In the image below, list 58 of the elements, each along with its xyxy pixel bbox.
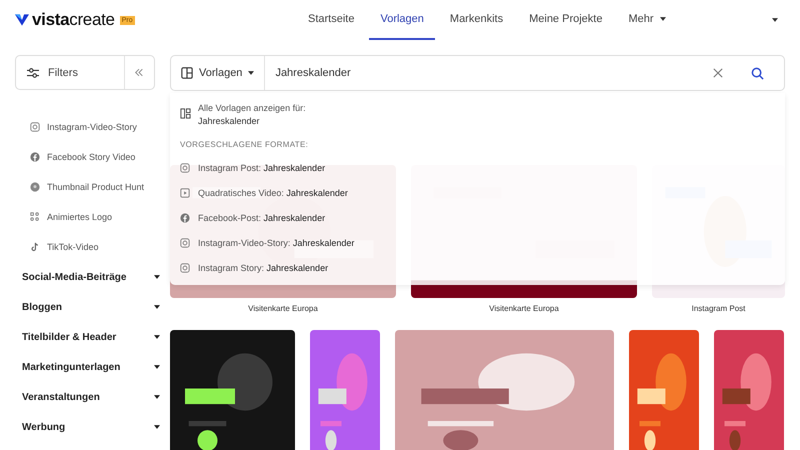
all-templates-label: Alle Vorlagen anzeigen für:	[198, 103, 306, 113]
account-menu-caret-icon[interactable]	[772, 18, 778, 22]
category-link[interactable]: Marketingunterlagen	[15, 352, 170, 382]
caret-icon	[154, 395, 160, 399]
clear-icon[interactable]	[713, 68, 723, 78]
play-icon	[180, 188, 190, 198]
caret-icon	[154, 365, 160, 369]
shapes-icon	[30, 212, 40, 222]
nav-tab[interactable]: Vorlagen	[369, 0, 435, 40]
nav-tab[interactable]: Markenkits	[438, 0, 514, 40]
caret-icon	[154, 275, 160, 279]
facebook-icon	[30, 152, 40, 162]
filters-button[interactable]: Filters	[16, 56, 125, 89]
category-link[interactable]: Bloggen	[15, 292, 170, 322]
suggestion-option[interactable]: Instagram-Video-Story: Jahreskalender	[180, 230, 775, 255]
format-link[interactable]: Animiertes Logo	[15, 202, 170, 232]
caret-icon	[154, 305, 160, 309]
category-link[interactable]: Werbung	[15, 412, 170, 442]
template-title: Visitenkarte Europa	[489, 304, 559, 315]
all-templates-option[interactable]: Alle Vorlagen anzeigen für: Jahreskalender	[180, 103, 775, 126]
sliders-icon	[26, 66, 40, 78]
camera-icon	[180, 238, 190, 248]
camera-icon	[30, 122, 40, 132]
logo-text[interactable]: vistacreate	[32, 10, 115, 30]
suggestion-option[interactable]: Instagram Story: Jahreskalender	[180, 255, 775, 280]
camera-icon	[180, 262, 190, 272]
category-link[interactable]: Veranstaltungen	[15, 382, 170, 412]
suggestion-option[interactable]: Instagram Post: Jahreskalender	[180, 155, 775, 180]
scope-dropdown[interactable]: Vorlagen	[171, 56, 266, 90]
nav-tab[interactable]: Mehr	[617, 0, 677, 40]
section-heading: VORGESCHLAGENE FORMATE:	[180, 140, 310, 149]
collapse-icon[interactable]	[134, 68, 144, 77]
caret-icon	[248, 71, 254, 75]
facebook-icon	[180, 212, 190, 222]
logo-icon	[15, 14, 29, 26]
circle-icon	[30, 182, 40, 192]
suggestion-option[interactable]: Facebook-Post: Jahreskalender	[180, 205, 775, 230]
search-icon[interactable]	[751, 66, 764, 80]
category-link[interactable]: Titelbilder & Header	[15, 322, 170, 352]
format-link[interactable]: Thumbnail Product Hunt	[15, 172, 170, 202]
layout-icon	[180, 108, 191, 119]
category-link[interactable]: Social-Media-Beiträge	[15, 262, 170, 292]
suggestion-option[interactable]: Quadratisches Video: Jahreskalender	[180, 180, 775, 205]
caret-icon	[154, 425, 160, 429]
template-title: Visitenkarte Europa	[248, 304, 318, 315]
all-templates-query: Jahreskalender	[198, 116, 261, 126]
caret-icon	[660, 17, 666, 21]
caret-icon	[154, 335, 160, 339]
format-link[interactable]: TikTok-Video	[15, 232, 170, 262]
format-link[interactable]: Facebook Story Video	[15, 142, 170, 172]
camera-icon	[180, 162, 190, 172]
nav-tab[interactable]: Startseite	[297, 0, 366, 40]
nav-tab[interactable]: Meine Projekte	[518, 0, 614, 40]
music-note-icon	[30, 242, 40, 252]
template-title: Instagram Post	[692, 304, 746, 315]
search-field[interactable]: Vorlagen Jahreskalender	[170, 55, 785, 91]
format-link[interactable]: Instagram-Video-Story	[15, 112, 170, 142]
grid-icon	[181, 67, 193, 79]
